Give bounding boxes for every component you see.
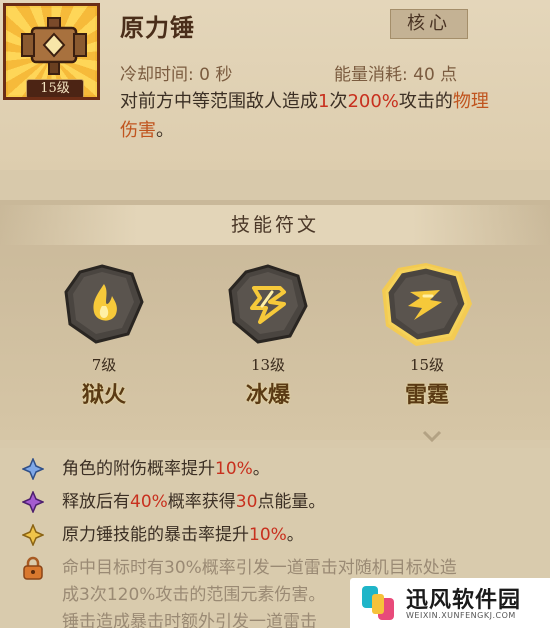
yellow-gem-icon	[22, 524, 44, 546]
rune-slot-ice-burst[interactable]: 13级 冰爆	[218, 262, 318, 409]
cooldown-stat: 冷却时间: 0 秒	[120, 65, 233, 85]
blue-gem-icon	[22, 458, 44, 480]
rune-name: 冰爆	[245, 383, 290, 408]
effect-text-part: 点能量。	[257, 492, 326, 512]
energy-cost-stat: 能量消耗: 40 点	[334, 65, 458, 85]
watermark-title: 迅风软件园	[406, 588, 522, 613]
effect-text: 角色的附伤概率提升10%。	[62, 457, 270, 481]
effect-text: 释放后有40%概率获得30点能量。	[62, 490, 325, 514]
effect-text-part: 。	[286, 525, 304, 545]
effect-value: 40%	[130, 492, 168, 512]
watermark-url: WEIXIN.XUNFENGKJ.COM	[406, 611, 516, 620]
effect-item: 原力锤技能的暴击率提升10%。	[22, 519, 542, 549]
desc-hit-count: 1	[318, 91, 330, 112]
effect-item: 角色的附伤概率提升10%。	[22, 453, 542, 483]
desc-text: 对前方中等范围敌人造成	[120, 91, 318, 112]
effect-text-part: 释放后有	[62, 492, 130, 512]
skill-icon-frame[interactable]: 15级	[3, 3, 100, 100]
skill-description: 对前方中等范围敌人造成1次200%攻击的物理伤害。	[120, 87, 500, 145]
skill-level-badge: 15级	[26, 79, 84, 97]
locked-line: 成3次120%攻击的范围元素伤害。	[62, 585, 326, 605]
effect-text-part: 。	[252, 459, 270, 479]
skill-name: 原力锤	[120, 14, 195, 42]
chevron-down-icon[interactable]	[421, 426, 443, 448]
rune-slot-flame[interactable]: 7级 狱火	[54, 262, 154, 409]
watermark-logo-icon	[362, 586, 394, 620]
effect-text-part: 概率获得	[167, 492, 236, 512]
rune-slot-thunder[interactable]: 15级 雷霆	[377, 262, 477, 409]
rune-name: 狱火	[81, 383, 126, 408]
desc-text: 攻击的	[398, 91, 453, 112]
desc-text: 次	[329, 91, 348, 112]
rune-level: 13级	[250, 356, 286, 374]
effect-text-part: 原力锤技能的暴击率提升	[62, 525, 249, 545]
effect-value: 10%	[215, 459, 253, 479]
lock-icon	[23, 556, 43, 580]
effect-text: 原力锤技能的暴击率提升10%。	[62, 523, 304, 547]
watermark: 迅风软件园 WEIXIN.XUNFENGKJ.COM	[350, 578, 550, 628]
flame-rune-icon	[64, 264, 144, 344]
thunder-rune-icon	[382, 263, 472, 346]
locked-line: 命中目标时有30%概率引发一道雷击对随机目标处造	[62, 558, 457, 578]
rune-level: 15级	[409, 356, 445, 374]
effect-value: 10%	[249, 525, 287, 545]
hammer-icon	[21, 17, 87, 75]
locked-line: 锤击造成暴击时额外引发一道雷击	[62, 612, 317, 628]
effect-value: 30	[235, 492, 258, 512]
rune-name: 雷霆	[404, 383, 449, 408]
core-tag: 核心	[390, 9, 468, 39]
rune-section-title: 技能符文	[0, 205, 550, 245]
desc-percent: 200%	[347, 91, 399, 112]
effect-item: 释放后有40%概率获得30点能量。	[22, 486, 542, 516]
ice-burst-rune-icon	[228, 264, 308, 344]
purple-gem-icon	[22, 491, 44, 513]
effect-text-part: 角色的附伤概率提升	[62, 459, 215, 479]
desc-text: 。	[156, 120, 174, 141]
rune-level: 7级	[91, 356, 117, 374]
